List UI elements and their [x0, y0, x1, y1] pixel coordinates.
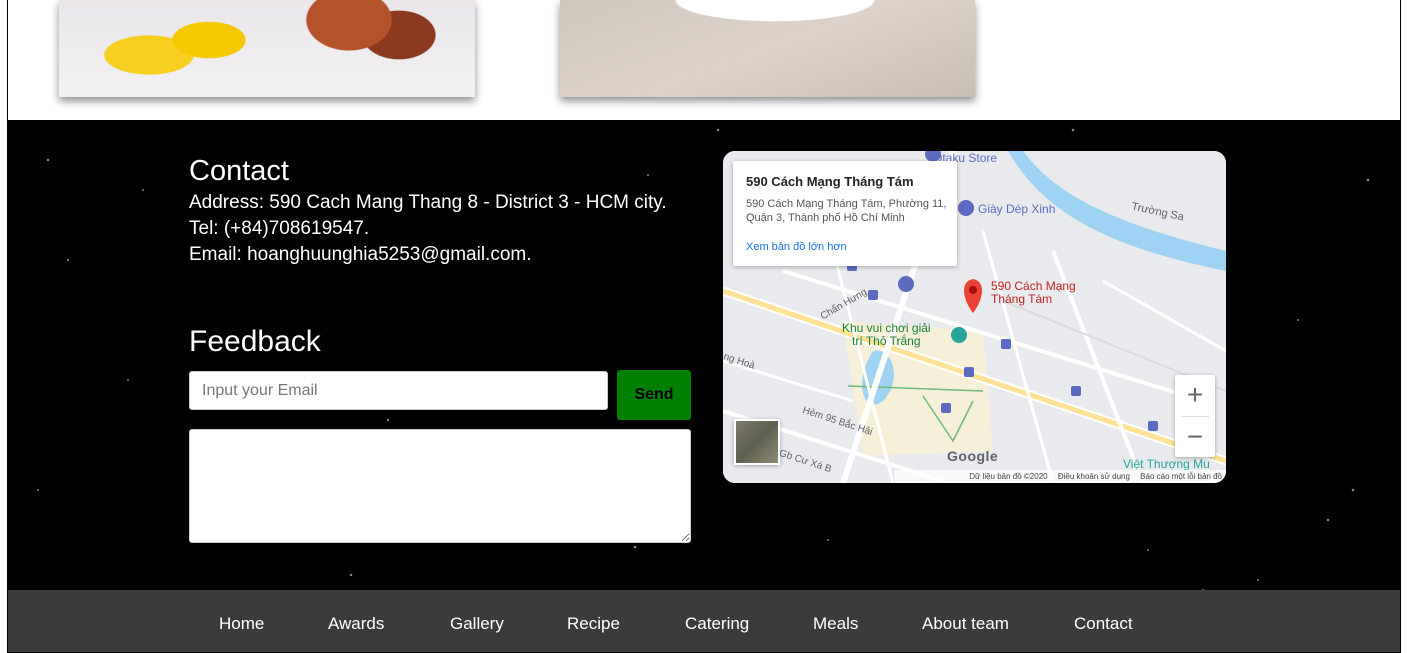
page-frame: Contact Address: 590 Cach Mang Thang 8 -… — [7, 0, 1401, 653]
map-pin-label: 590 Cách Mạng Tháng Tám — [991, 280, 1076, 306]
map-pin-label-line1: 590 Cách Mạng — [991, 279, 1076, 293]
contact-tel: Tel: (+84)708619547. — [189, 218, 370, 239]
contact-email: Email: hoanghuunghia5253@gmail.com. — [189, 244, 532, 265]
contact-title: Contact — [189, 155, 289, 187]
map-zoom-controls: + − — [1175, 375, 1215, 457]
map-card-address: 590 Cách Mạng Tháng Tám, Phường 11, Quận… — [746, 198, 947, 224]
feedback-title: Feedback — [189, 325, 321, 358]
nav-home[interactable]: Home — [219, 614, 264, 634]
satellite-toggle[interactable] — [734, 419, 780, 465]
google-logo: Google — [947, 448, 999, 464]
nav-gallery[interactable]: Gallery — [450, 614, 504, 634]
send-button[interactable]: Send — [617, 370, 691, 420]
google-map[interactable]: Otaku Store Giày Dép Xinh Trường Sa 590 … — [723, 151, 1226, 483]
food-photo-plate — [560, 0, 975, 97]
map-poi-park-line1: Khu vui chơi giải — [842, 321, 931, 335]
map-poi-giay: Giày Dép Xinh — [978, 202, 1056, 216]
map-pin-label-line2: Tháng Tám — [991, 292, 1053, 306]
map-terms-link[interactable]: Điều khoản sử dụng — [1058, 472, 1130, 481]
map-larger-link[interactable]: Xem bản đồ lớn hơn — [746, 241, 847, 253]
footer-nav: Home Awards Gallery Recipe Catering Meal… — [8, 590, 1400, 652]
feedback-email-input[interactable] — [189, 371, 608, 410]
nav-catering[interactable]: Catering — [685, 614, 749, 634]
map-poi-park: Khu vui chơi giải trí Thỏ Trắng — [842, 322, 931, 348]
contact-address: Address: 590 Cach Mang Thang 8 - Distric… — [189, 192, 667, 213]
map-attribution: Dữ liệu bản đồ ©2020 Điều khoản sử dụng … — [895, 470, 1226, 483]
zoom-in-button[interactable]: + — [1175, 375, 1215, 415]
nav-recipe[interactable]: Recipe — [567, 614, 620, 634]
map-poi-park-line2: trí Thỏ Trắng — [852, 334, 921, 348]
nav-contact[interactable]: Contact — [1074, 614, 1133, 634]
map-card-title: 590 Cách Mạng Tháng Tám — [746, 174, 914, 189]
food-photo-salmon — [59, 0, 475, 97]
feedback-message-textarea[interactable] — [189, 429, 691, 543]
nav-about-team[interactable]: About team — [922, 614, 1009, 634]
contact-info: Contact Address: 590 Cach Mang Thang 8 -… — [189, 152, 689, 268]
zoom-out-button[interactable]: − — [1175, 417, 1215, 457]
nav-awards[interactable]: Awards — [328, 614, 384, 634]
map-info-card: 590 Cách Mạng Tháng Tám 590 Cách Mạng Th… — [733, 161, 957, 266]
map-report-link[interactable]: Báo cáo một lỗi bản đồ — [1140, 472, 1222, 481]
map-poi-viet-thuong: Việt Thượng Mu — [1123, 457, 1210, 471]
map-data-credit: Dữ liệu bản đồ ©2020 — [969, 472, 1048, 481]
nav-meals[interactable]: Meals — [813, 614, 858, 634]
